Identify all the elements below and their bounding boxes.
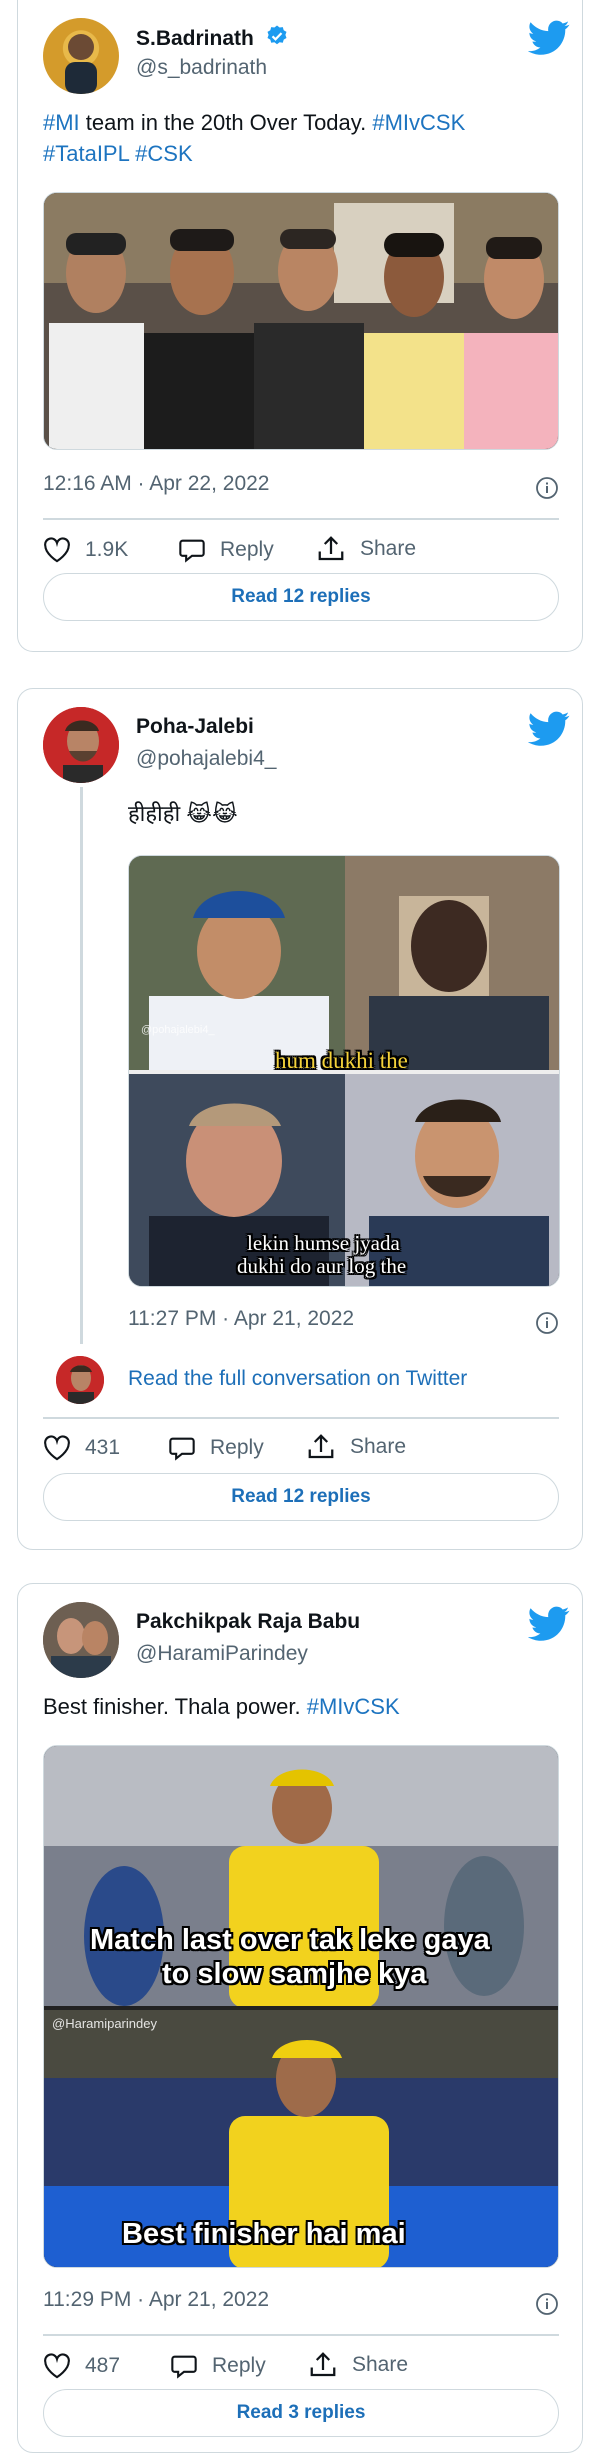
avatar-photo <box>65 34 97 94</box>
author-name-text: S.Badrinath <box>136 27 254 50</box>
avatar[interactable] <box>43 18 119 94</box>
heart-icon <box>44 537 70 563</box>
tweet-card-1: S.Badrinath @s_badrinath #MI team in the… <box>17 0 583 652</box>
hashtag-link[interactable]: #MIvCSK <box>307 1694 400 1719</box>
author-handle[interactable]: @s_badrinath <box>136 56 267 80</box>
tweet-card-3: Pakchikpak Raja Babu @HaramiParindey Bes… <box>17 1583 583 2453</box>
author-name[interactable]: S.Badrinath <box>136 24 289 51</box>
hashtag-link[interactable]: #TataIPL <box>43 141 129 166</box>
tweet-text: Best finisher. Thala power. #MIvCSK <box>43 1691 400 1722</box>
meme-caption: Best finisher hai mai <box>122 2218 406 2250</box>
twitter-bird-icon[interactable] <box>528 20 570 56</box>
reply-icon <box>171 2355 197 2379</box>
reply-button[interactable]: Reply <box>170 2353 266 2379</box>
meme-watermark: @pohajalebi4_ <box>141 1024 215 1036</box>
tweet-image[interactable] <box>43 192 559 450</box>
reply-button[interactable]: Reply <box>178 537 274 563</box>
divider <box>43 1417 559 1419</box>
share-icon <box>308 1434 334 1459</box>
like-count: 487 <box>85 2354 121 2377</box>
tweet-card-2: Poha-Jalebi @pohajalebi4_ हीहीही 😹😹 @poh… <box>17 688 583 1550</box>
share-button[interactable]: Share <box>316 535 416 563</box>
tweet-text-segment: Best finisher. Thala power. <box>43 1694 307 1719</box>
meme-caption: Match last over tak leke gaya <box>90 1924 490 1956</box>
tweet-image[interactable]: @pohajalebi4_ hum dukhi the lekin humse … <box>128 855 560 1287</box>
read-replies-button[interactable]: Read 12 replies <box>43 573 559 621</box>
share-button[interactable]: Share <box>308 2351 408 2379</box>
share-button[interactable]: Share <box>306 1433 406 1461</box>
like-count: 1.9K <box>85 538 129 561</box>
timestamp[interactable]: 12:16 AM · Apr 22, 2022 <box>43 472 270 496</box>
reply-icon <box>169 1437 195 1461</box>
heart-icon <box>44 2353 70 2379</box>
author-name[interactable]: Pakchikpak Raja Babu <box>136 1610 360 1634</box>
author-handle[interactable]: @pohajalebi4_ <box>136 747 276 771</box>
like-button[interactable]: 1.9K <box>43 537 128 563</box>
quoted-tweet-text: हीहीही 😹😹 <box>128 801 238 826</box>
share-icon <box>310 2352 336 2377</box>
meme-caption: dukhi do aur log the <box>237 1254 407 1278</box>
avatar-photo <box>43 707 119 783</box>
tweet-photo <box>44 193 558 449</box>
meme-caption: hum dukhi the <box>275 1048 408 1073</box>
twitter-bird-icon[interactable] <box>528 1606 570 1642</box>
verified-badge-icon <box>267 25 287 45</box>
reply-button[interactable]: Reply <box>168 1435 264 1461</box>
read-replies-button[interactable]: Read 3 replies <box>43 2389 559 2437</box>
read-replies-button[interactable]: Read 12 replies <box>43 1473 559 1521</box>
avatar-photo <box>56 1356 104 1404</box>
timestamp[interactable]: 11:27 PM · Apr 21, 2022 <box>128 1307 354 1331</box>
reply-icon <box>179 539 205 563</box>
divider <box>43 2334 559 2336</box>
tweet-image[interactable]: Match last over tak leke gaya to slow sa… <box>43 1745 559 2268</box>
like-count: 431 <box>85 1436 121 1459</box>
twitter-bird-icon[interactable] <box>528 711 570 747</box>
hashtag-link[interactable]: #MIvCSK <box>372 110 465 135</box>
thread-line <box>80 787 83 1344</box>
avatar[interactable] <box>43 1602 119 1678</box>
info-icon[interactable] <box>535 1311 559 1335</box>
tweet-text-segment: team in the 20th Over Today. <box>79 110 373 135</box>
meme-caption: to slow samjhe kya <box>162 1958 427 1990</box>
share-label: Share <box>360 537 417 560</box>
divider <box>43 518 559 520</box>
heart-icon <box>44 1435 70 1461</box>
full-conversation-link[interactable]: Read the full conversation on Twitter <box>128 1367 467 1391</box>
share-icon <box>318 536 344 561</box>
info-icon[interactable] <box>535 2292 559 2316</box>
avatar-photo <box>43 1602 119 1678</box>
meme-caption: lekin humse jyada <box>247 1231 400 1255</box>
reply-label: Reply <box>210 1436 264 1459</box>
meme-photo <box>44 1746 558 2267</box>
hashtag-link[interactable]: #MI <box>43 110 80 135</box>
avatar[interactable] <box>56 1356 104 1404</box>
author-name[interactable]: Poha-Jalebi <box>136 715 254 739</box>
author-handle[interactable]: @HaramiParindey <box>136 1642 308 1666</box>
info-icon[interactable] <box>535 476 559 500</box>
reply-label: Reply <box>220 538 274 561</box>
reply-label: Reply <box>212 2354 266 2377</box>
meme-watermark: @Haramiparindey <box>52 2016 157 2031</box>
avatar[interactable] <box>43 707 119 783</box>
share-label: Share <box>350 1435 407 1458</box>
share-label: Share <box>352 2353 409 2376</box>
like-button[interactable]: 431 <box>43 1435 120 1461</box>
tweet-text: #MI team in the 20th Over Today. #MIvCSK… <box>43 107 563 169</box>
hashtag-link[interactable]: #CSK <box>135 141 192 166</box>
timestamp[interactable]: 11:29 PM · Apr 21, 2022 <box>43 2288 269 2312</box>
like-button[interactable]: 487 <box>43 2353 120 2379</box>
